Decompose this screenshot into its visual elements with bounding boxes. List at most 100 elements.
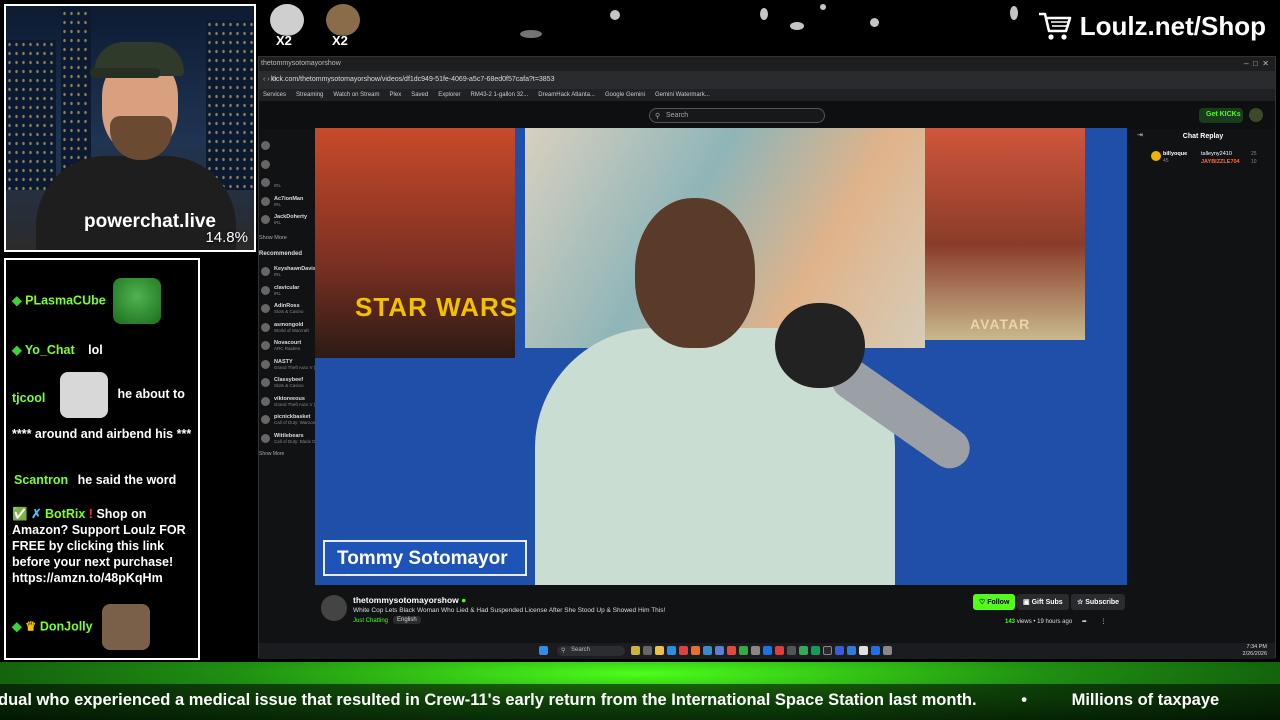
bookmark[interactable]: Saved	[411, 92, 428, 98]
app-icon[interactable]	[799, 646, 808, 655]
bookmark[interactable]: Watch on Stream	[333, 92, 379, 98]
taskbar-clock[interactable]: 7:34 PM 2/26/2026	[1243, 644, 1267, 658]
chat-username[interactable]: Yo_Chat	[25, 343, 75, 357]
diamond-icon: ◆	[12, 619, 22, 634]
chat-username[interactable]: PLasmaCUbe	[25, 293, 106, 307]
browser-icon[interactable]	[691, 646, 700, 655]
meme-emote-icon	[102, 604, 151, 650]
chat-username[interactable]: BotRix	[45, 507, 85, 521]
replay-user[interactable]: JAYBIZZLE704	[1201, 159, 1240, 165]
channel-name-text: thetommysotomayorshow	[353, 595, 459, 605]
collapse-icon[interactable]: ⇥	[1137, 131, 1143, 139]
sidebar-channel-category: IRL	[274, 272, 282, 277]
chat-username[interactable]: DonJolly	[40, 619, 93, 633]
chat-replay-panel: Chat Replay ⇥ billyoque 45 talleyny2410 …	[1133, 129, 1273, 189]
avatar	[261, 359, 270, 369]
app-icon[interactable]	[763, 646, 772, 655]
app-icon[interactable]	[631, 646, 640, 655]
diamond-icon: ◆	[12, 293, 22, 308]
bookmarks-bar: Services Streaming Watch on Stream Plex …	[259, 89, 1275, 101]
app-icon[interactable]	[859, 646, 868, 655]
app-icon[interactable]	[883, 646, 892, 655]
avatar	[261, 267, 270, 276]
app-icon[interactable]	[751, 646, 760, 655]
replay-user[interactable]: talleyny2410	[1201, 151, 1232, 157]
bookmark[interactable]: Streaming	[296, 92, 323, 98]
app-icon[interactable]	[871, 646, 880, 655]
webcam-overlay: powerchat.live 14.8%	[4, 4, 256, 252]
gift-icon	[1151, 151, 1161, 161]
app-icon[interactable]	[703, 646, 712, 655]
bookmark[interactable]: Gemini Watermark...	[655, 92, 710, 98]
gift-subs-button[interactable]: ▣ Gift Subs	[1017, 594, 1069, 610]
show-more-link[interactable]: Show More	[259, 451, 305, 465]
bookmark[interactable]: RM43-2 1-gallon 32...	[471, 92, 529, 98]
app-icon[interactable]	[823, 646, 832, 655]
show-more-link[interactable]: Show More	[259, 235, 305, 249]
app-icon[interactable]	[835, 646, 844, 655]
gift-icon: ▣	[1023, 599, 1030, 606]
bookmark[interactable]: DreamHack Atlanta...	[538, 92, 595, 98]
browser-window: thetommysotomayorshow – □ ✕ ‹ › ⟳ kick.c…	[258, 56, 1276, 659]
video-player[interactable]: STAR WARS AVATAR Tommy Sotomayor	[315, 128, 1127, 585]
app-icon[interactable]	[667, 646, 676, 655]
poster-title: STAR WARS	[355, 292, 519, 322]
cam-percentage: 14.8%	[205, 229, 248, 246]
sidebar-channel-category: IRL	[274, 183, 282, 188]
taskbar-search[interactable]: ⚲ Search	[557, 646, 625, 656]
subscribe-button[interactable]: ☆ Subscribe	[1071, 594, 1126, 610]
cart-icon	[1038, 12, 1071, 40]
app-icon[interactable]	[787, 646, 796, 655]
app-icon[interactable]	[739, 646, 748, 655]
folder-icon[interactable]	[655, 646, 664, 655]
get-kicks-button[interactable]: Get KICKs	[1199, 108, 1243, 123]
avatar	[261, 178, 270, 187]
replay-sub-count: 45	[1163, 158, 1169, 164]
app-icon[interactable]	[715, 646, 724, 655]
app-icon[interactable]	[811, 646, 820, 655]
chat-message: ◆ Yo_Chat lol	[12, 342, 194, 358]
app-icon[interactable]	[643, 646, 652, 655]
share-icon[interactable]: ➦	[1082, 619, 1087, 625]
sidebar-channel-category: Call of Duty: Warzone	[274, 420, 318, 425]
avatar	[261, 396, 270, 406]
replay-user[interactable]: billyoque	[1163, 151, 1187, 157]
avatar[interactable]	[1249, 108, 1263, 122]
app-icon[interactable]	[847, 646, 856, 655]
bookmark[interactable]: Plex	[390, 92, 402, 98]
video-title: White Cop Lets Black Woman Who Lied & Ha…	[353, 607, 666, 614]
follow-button[interactable]: ♡ Follow	[973, 594, 1016, 610]
chat-text: he said the word	[77, 473, 177, 487]
window-controls[interactable]: – □ ✕	[1244, 59, 1269, 68]
chat-text: lol	[88, 343, 103, 357]
app-icon[interactable]	[679, 646, 688, 655]
tab-strip: thetommysotomayorshow – □ ✕	[259, 57, 1275, 71]
language-tag[interactable]: English	[393, 616, 421, 624]
bookmark[interactable]: Services	[263, 92, 286, 98]
channel-avatar[interactable]	[321, 595, 347, 621]
chat-username[interactable]: tjcool	[12, 391, 45, 405]
more-options-icon[interactable]: ⋮	[1101, 619, 1107, 625]
app-icon[interactable]	[775, 646, 784, 655]
ticker-headline: dual who experienced a medical issue tha…	[0, 691, 977, 709]
tab-title[interactable]: thetommysotomayorshow	[261, 60, 341, 67]
ticker-separator: •	[1021, 691, 1027, 709]
app-icon[interactable]	[727, 646, 736, 655]
shop-link[interactable]: Loulz.net/Shop	[1038, 8, 1266, 44]
url-text[interactable]: kick.com/thetommysotomayorshow/videos/df…	[271, 76, 554, 83]
bookmark[interactable]: Google Gemini	[605, 92, 645, 98]
views-label: views	[1016, 619, 1032, 625]
bookmark[interactable]: Explorer	[438, 92, 460, 98]
star-icon: ☆	[1077, 599, 1084, 606]
chat-message: ◆ PLasmaCUbe	[12, 278, 194, 324]
start-icon[interactable]	[539, 646, 548, 655]
views-count: 143	[1005, 619, 1016, 625]
chat-username[interactable]: Scantron	[14, 473, 68, 487]
address-bar[interactable]: ‹ › ⟳ kick.com/thetommysotomayorshow/vid…	[259, 71, 1275, 89]
chat-message: ✅ ✗ BotRix ! Shop on Amazon? Support Lou…	[12, 506, 194, 586]
avatar	[261, 415, 270, 424]
search-input[interactable]: ⚲ Search	[649, 108, 825, 123]
channel-name[interactable]: thetommysotomayorshow ●	[353, 595, 466, 605]
chat-replay-title: Chat Replay	[1182, 133, 1224, 140]
category-link[interactable]: Just Chatting	[353, 618, 388, 624]
